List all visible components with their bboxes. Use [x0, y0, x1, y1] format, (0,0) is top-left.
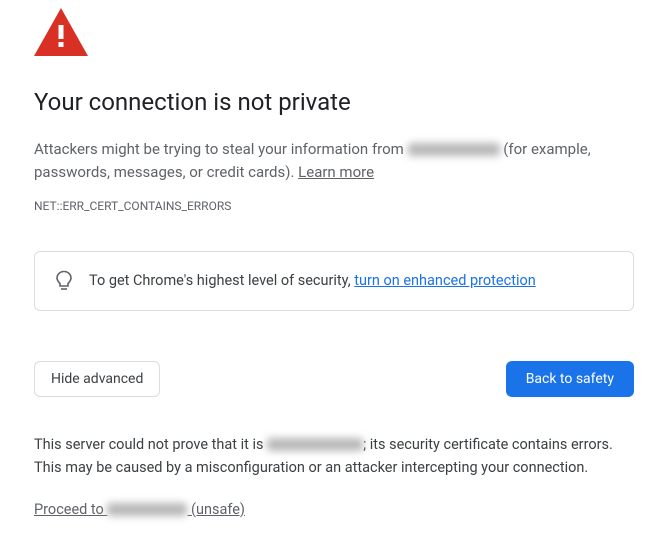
- error-code: NET::ERR_CERT_CONTAINS_ERRORS: [34, 199, 634, 213]
- redacted-domain: [267, 438, 363, 451]
- lightbulb-icon: [55, 270, 73, 292]
- redacted-domain: [107, 503, 187, 516]
- learn-more-link[interactable]: Learn more: [298, 163, 374, 181]
- redacted-domain: [408, 143, 500, 156]
- back-to-safety-button[interactable]: Back to safety: [506, 361, 634, 397]
- proceed-unsafe-link[interactable]: Proceed to (unsafe): [34, 501, 634, 518]
- warning-triangle-icon: [34, 8, 634, 60]
- hide-advanced-button[interactable]: Hide advanced: [34, 361, 160, 397]
- advanced-details: This server could not prove that it is ;…: [34, 433, 634, 479]
- button-row: Hide advanced Back to safety: [34, 361, 634, 397]
- warning-description: Attackers might be trying to steal your …: [34, 138, 634, 185]
- enhanced-protection-banner: To get Chrome's highest level of securit…: [34, 251, 634, 311]
- page-title: Your connection is not private: [34, 88, 634, 116]
- enhanced-protection-link[interactable]: turn on enhanced protection: [354, 272, 536, 289]
